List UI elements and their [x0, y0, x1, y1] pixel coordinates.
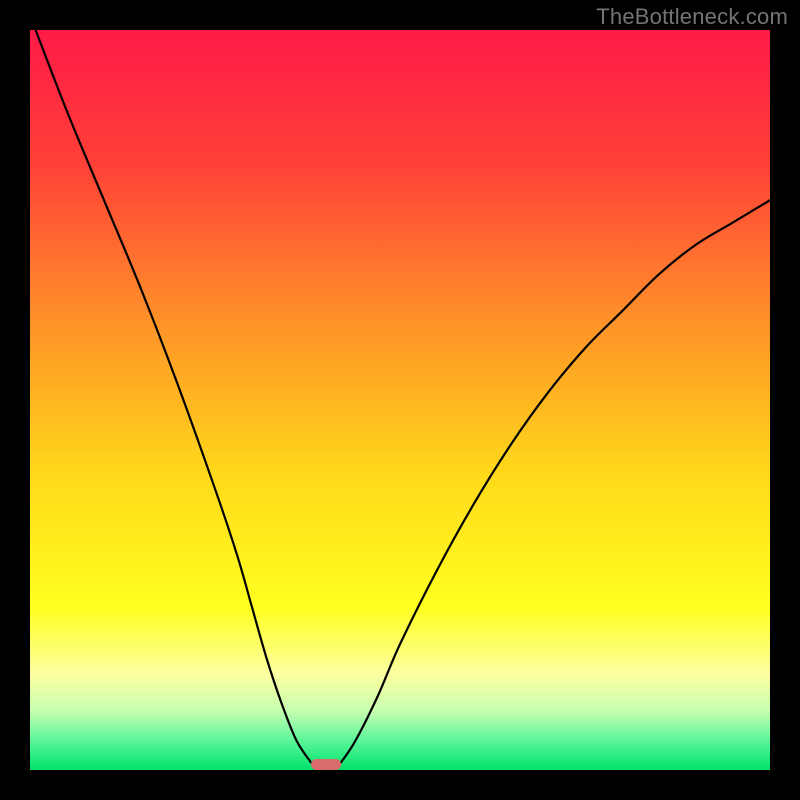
plot-area	[30, 30, 770, 770]
chart-svg	[30, 30, 770, 770]
chart-frame: TheBottleneck.com	[0, 0, 800, 800]
gradient-background	[30, 30, 770, 770]
watermark-text: TheBottleneck.com	[596, 4, 788, 30]
optimum-marker	[311, 759, 341, 770]
